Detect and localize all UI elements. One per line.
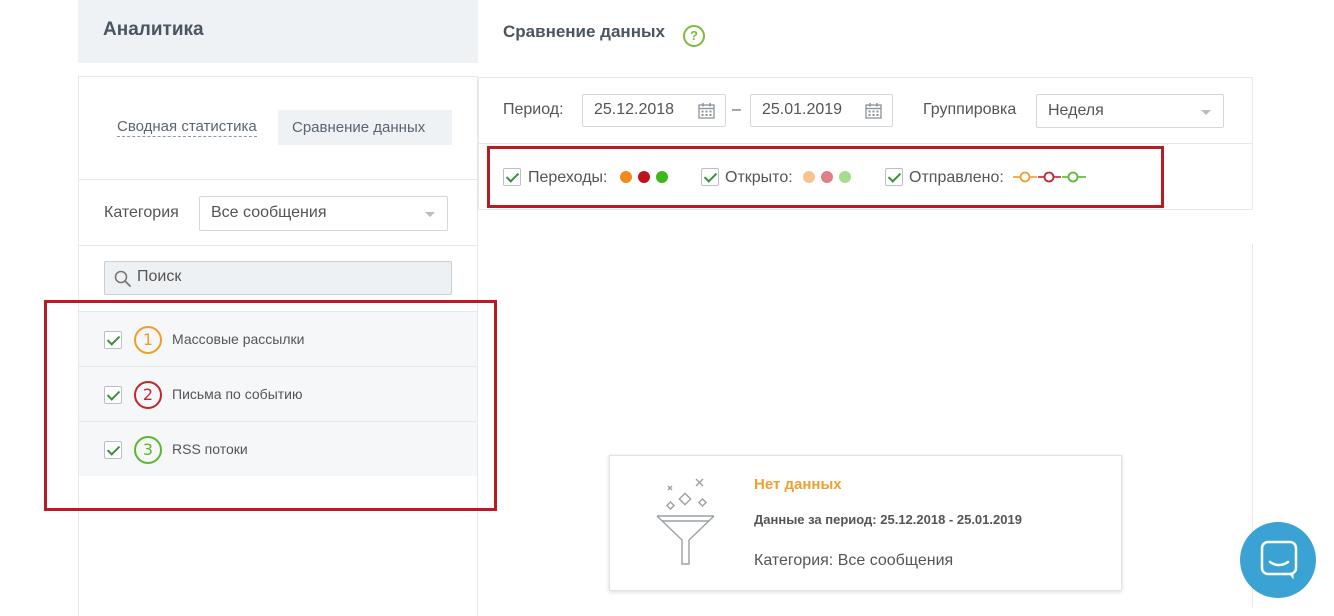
chat-icon [1260, 540, 1298, 580]
grouping-label: Группировка [923, 101, 1017, 118]
date-from-field[interactable]: 25.12.2018 [582, 94, 726, 127]
search-field[interactable] [104, 261, 452, 295]
date-to-value: 25.01.2019 [762, 101, 843, 118]
no-data-card: Нет данных Данные за период: 25.12.2018 … [609, 455, 1122, 591]
date-separator: – [732, 101, 741, 118]
chevron-down-icon [1201, 110, 1211, 115]
search-icon [114, 270, 131, 287]
help-icon[interactable]: ? [683, 25, 705, 47]
divider [79, 179, 477, 180]
chat-button[interactable] [1240, 522, 1316, 598]
divider [478, 143, 1253, 144]
page-title: Сравнение данных [503, 22, 665, 41]
chevron-down-icon [425, 212, 435, 217]
category-label: Категория [104, 204, 179, 221]
no-data-category: Категория: Все сообщения [754, 552, 954, 569]
calendar-icon[interactable] [865, 102, 882, 119]
category-select-value: Все сообщения [211, 204, 327, 221]
no-data-period: Данные за период: 25.12.2018 - 25.01.201… [754, 512, 1022, 527]
no-data-title: Нет данных [754, 476, 842, 493]
analytics-title: Аналитика [78, 0, 478, 63]
tab-summary-statistics[interactable]: Сводная статистика [117, 118, 257, 137]
highlight-frame [487, 146, 1164, 208]
date-to-field[interactable]: 25.01.2019 [750, 94, 893, 127]
highlight-frame [44, 300, 497, 511]
funnel-icon [656, 478, 715, 565]
search-input[interactable] [137, 268, 437, 286]
grouping-select-value: Неделя [1048, 102, 1104, 119]
date-from-value: 25.12.2018 [594, 101, 675, 118]
category-select[interactable]: Все сообщения [199, 196, 448, 231]
divider [79, 245, 477, 246]
grouping-select[interactable]: Неделя [1036, 94, 1224, 128]
calendar-icon[interactable] [698, 102, 715, 119]
period-label: Период: [503, 101, 564, 118]
tab-data-comparison[interactable]: Сравнение данных [278, 110, 452, 145]
